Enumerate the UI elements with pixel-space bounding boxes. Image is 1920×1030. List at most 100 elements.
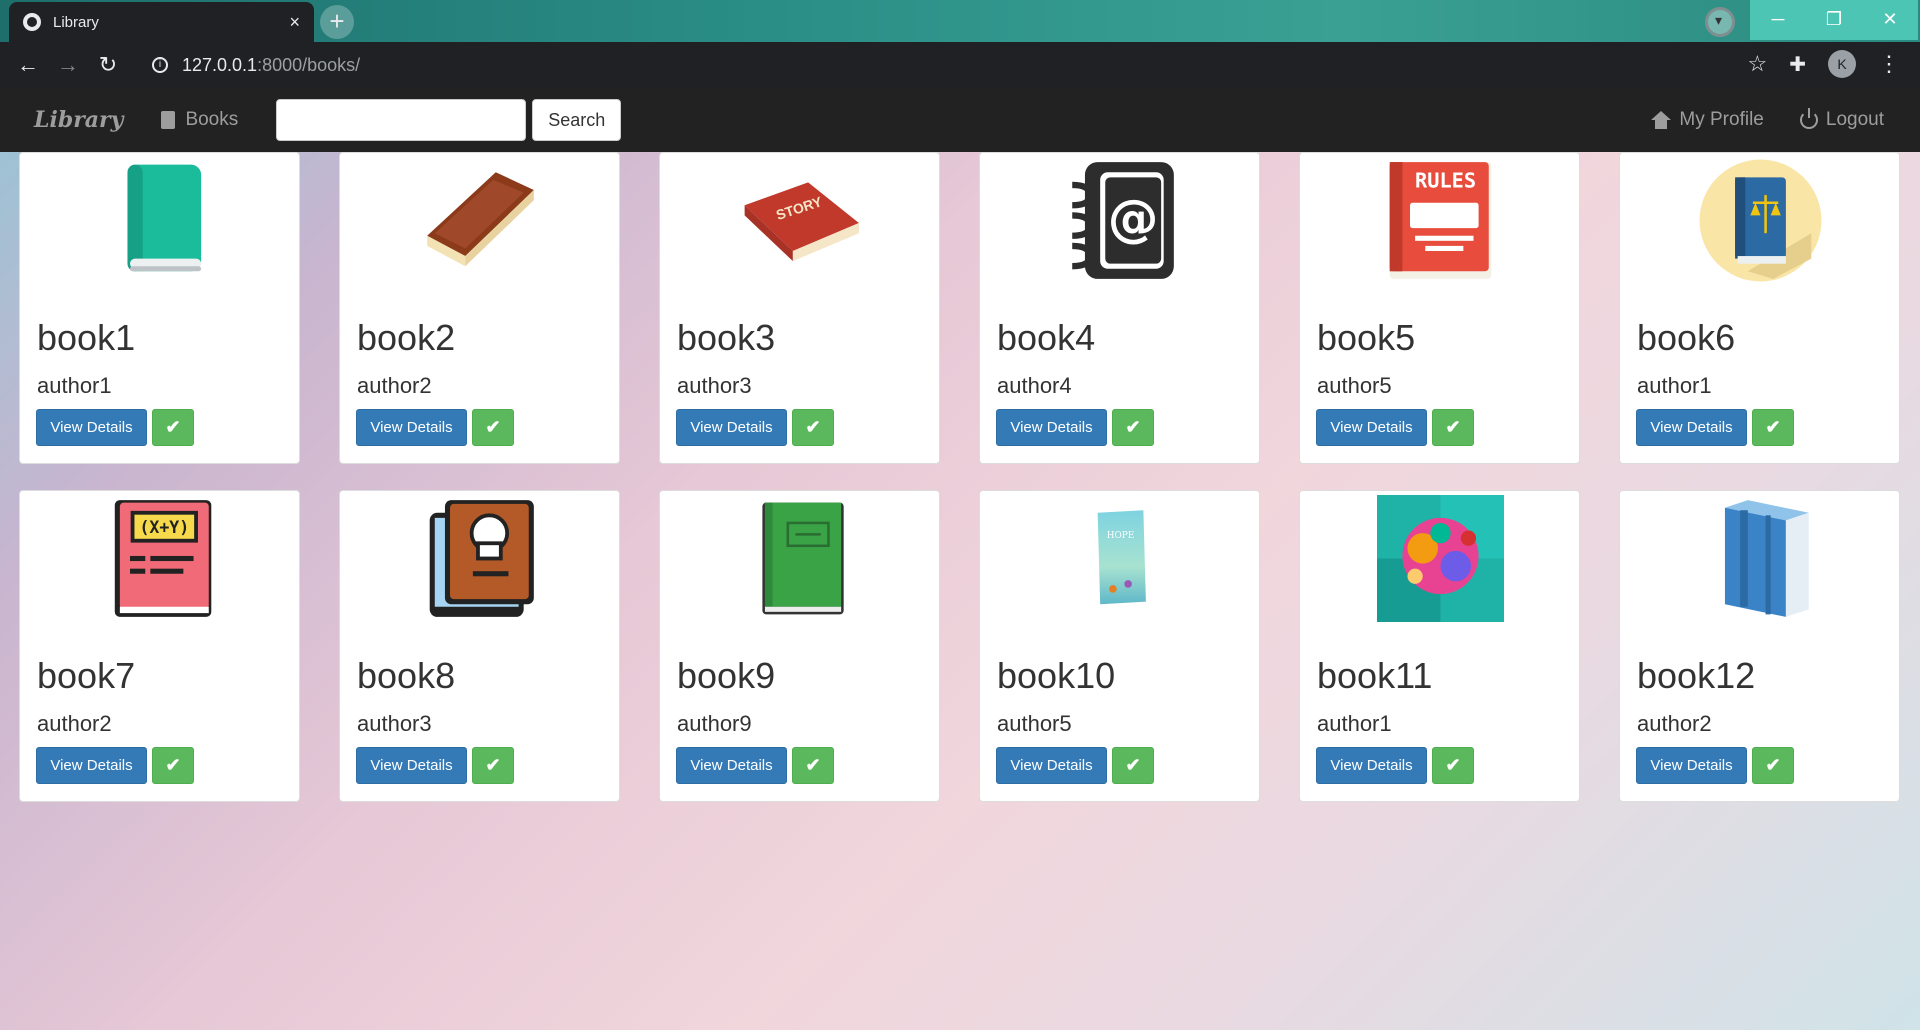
window-close-button[interactable]: ✕: [1862, 0, 1918, 40]
book-card: book9 author9 View Details ✔: [659, 490, 940, 802]
blue-book-icon: [1724, 500, 1809, 617]
check-icon[interactable]: ✔: [1752, 747, 1794, 784]
book-title[interactable]: book7: [37, 655, 135, 697]
address-book-icon: @: [1072, 162, 1174, 279]
book-card: STORY book3 author3 View Details ✔: [659, 152, 940, 464]
view-details-button[interactable]: View Details: [36, 747, 147, 784]
view-details-button[interactable]: View Details: [676, 747, 787, 784]
view-details-button[interactable]: View Details: [1316, 747, 1427, 784]
view-details-button[interactable]: View Details: [676, 409, 787, 446]
book-cover: [660, 495, 941, 622]
book-author: author1: [37, 373, 112, 398]
book-author: author1: [1317, 711, 1392, 736]
book-cover: [340, 157, 621, 284]
book-card: book1 author1 View Details ✔: [19, 152, 300, 464]
book-card: book8 author3 View Details ✔: [339, 490, 620, 802]
my-profile-link[interactable]: My Profile: [1651, 109, 1764, 131]
book-title[interactable]: book9: [677, 655, 775, 697]
book-card: book12 author2 View Details ✔: [1619, 490, 1900, 802]
maximize-button[interactable]: ❐: [1806, 0, 1862, 40]
power-icon: [1799, 108, 1818, 129]
book-grid: book1 author1 View Details ✔ book2 autho…: [19, 152, 1901, 802]
reload-icon[interactable]: ↻: [88, 52, 128, 78]
check-icon[interactable]: ✔: [1432, 409, 1474, 446]
book-author: author5: [1317, 373, 1392, 398]
book-cover: [20, 157, 301, 284]
search-input[interactable]: [276, 99, 527, 141]
browser-tab-strip: Library × + ─ ❐ ✕: [0, 0, 1920, 42]
book-title[interactable]: book3: [677, 317, 775, 359]
home-icon: [1651, 111, 1672, 129]
bookmark-star-icon[interactable]: ☆: [1748, 51, 1768, 77]
book-author: author1: [1637, 373, 1712, 398]
law-book-icon: [1699, 159, 1822, 282]
address-bar: ← → ↻ i 127.0.0.1:8000/books/ ☆ ✚ K ⋮: [0, 42, 1920, 88]
book-title[interactable]: book10: [997, 655, 1115, 697]
forward-arrow-icon[interactable]: →: [48, 52, 88, 78]
check-icon[interactable]: ✔: [792, 747, 834, 784]
check-icon[interactable]: ✔: [472, 747, 514, 784]
profile-dropdown-icon[interactable]: [1705, 7, 1735, 37]
check-icon[interactable]: ✔: [152, 409, 194, 446]
green-book-icon: [127, 164, 202, 272]
book-title[interactable]: book1: [37, 317, 135, 359]
tab-title: Library: [53, 13, 99, 31]
book-cover: (X+Y): [20, 495, 301, 622]
check-icon[interactable]: ✔: [472, 409, 514, 446]
book-card: book11 author1 View Details ✔: [1299, 490, 1580, 802]
book-title[interactable]: book6: [1637, 317, 1735, 359]
book-author: author2: [357, 373, 432, 398]
view-details-button[interactable]: View Details: [996, 409, 1107, 446]
view-details-button[interactable]: View Details: [36, 409, 147, 446]
check-icon[interactable]: ✔: [1432, 747, 1474, 784]
book-title[interactable]: book4: [997, 317, 1095, 359]
view-details-button[interactable]: View Details: [1636, 409, 1747, 446]
extensions-puzzle-icon[interactable]: ✚: [1789, 52, 1806, 77]
book-title[interactable]: book12: [1637, 655, 1755, 697]
book-author: author2: [37, 711, 112, 736]
check-icon[interactable]: ✔: [1752, 409, 1794, 446]
book-cover: [1300, 495, 1581, 622]
browser-menu-icon[interactable]: ⋮: [1878, 51, 1900, 77]
tab-close-icon[interactable]: ×: [289, 12, 300, 33]
app-navbar: Library Books Search My Profile Logout: [0, 88, 1920, 152]
view-details-button[interactable]: View Details: [1316, 409, 1427, 446]
profile-avatar[interactable]: K: [1828, 50, 1856, 78]
view-details-button[interactable]: View Details: [1636, 747, 1747, 784]
url-field[interactable]: i 127.0.0.1:8000/books/: [152, 55, 360, 76]
book-card: book2 author2 View Details ✔: [339, 152, 620, 464]
nav-books-link[interactable]: Books: [161, 109, 238, 131]
view-details-button[interactable]: View Details: [356, 747, 467, 784]
book-card: RULES book5 author5 View Details ✔: [1299, 152, 1580, 464]
view-details-button[interactable]: View Details: [996, 747, 1107, 784]
book-title[interactable]: book2: [357, 317, 455, 359]
book-title[interactable]: book5: [1317, 317, 1415, 359]
logout-link[interactable]: Logout: [1799, 108, 1884, 131]
rules-book-icon: RULES: [1389, 162, 1492, 279]
svg-text:@: @: [1108, 189, 1159, 248]
check-icon[interactable]: ✔: [152, 747, 194, 784]
browser-tab[interactable]: Library ×: [9, 2, 314, 42]
book-author: author5: [997, 711, 1072, 736]
cook-book-icon: [429, 500, 534, 617]
new-tab-button[interactable]: +: [320, 5, 354, 39]
check-icon[interactable]: ✔: [792, 409, 834, 446]
book-cover: HOPE: [980, 495, 1261, 622]
book-title[interactable]: book8: [357, 655, 455, 697]
info-icon[interactable]: i: [152, 57, 168, 73]
check-icon[interactable]: ✔: [1112, 409, 1154, 446]
check-icon[interactable]: ✔: [1112, 747, 1154, 784]
back-arrow-icon[interactable]: ←: [8, 52, 48, 78]
search-button[interactable]: Search: [532, 99, 622, 141]
url-host: 127.0.0.1: [182, 54, 258, 75]
book-card: book6 author1 View Details ✔: [1619, 152, 1900, 464]
book-cover: STORY: [660, 157, 941, 284]
brand-logo[interactable]: Library: [34, 107, 123, 133]
view-details-button[interactable]: View Details: [356, 409, 467, 446]
minimize-button[interactable]: ─: [1750, 0, 1806, 40]
book-cover: [1620, 157, 1901, 284]
book-icon: [161, 111, 176, 129]
nav-books-label: Books: [185, 109, 239, 130]
book-title[interactable]: book11: [1317, 655, 1432, 697]
math-book-icon: (X+Y): [114, 500, 212, 617]
